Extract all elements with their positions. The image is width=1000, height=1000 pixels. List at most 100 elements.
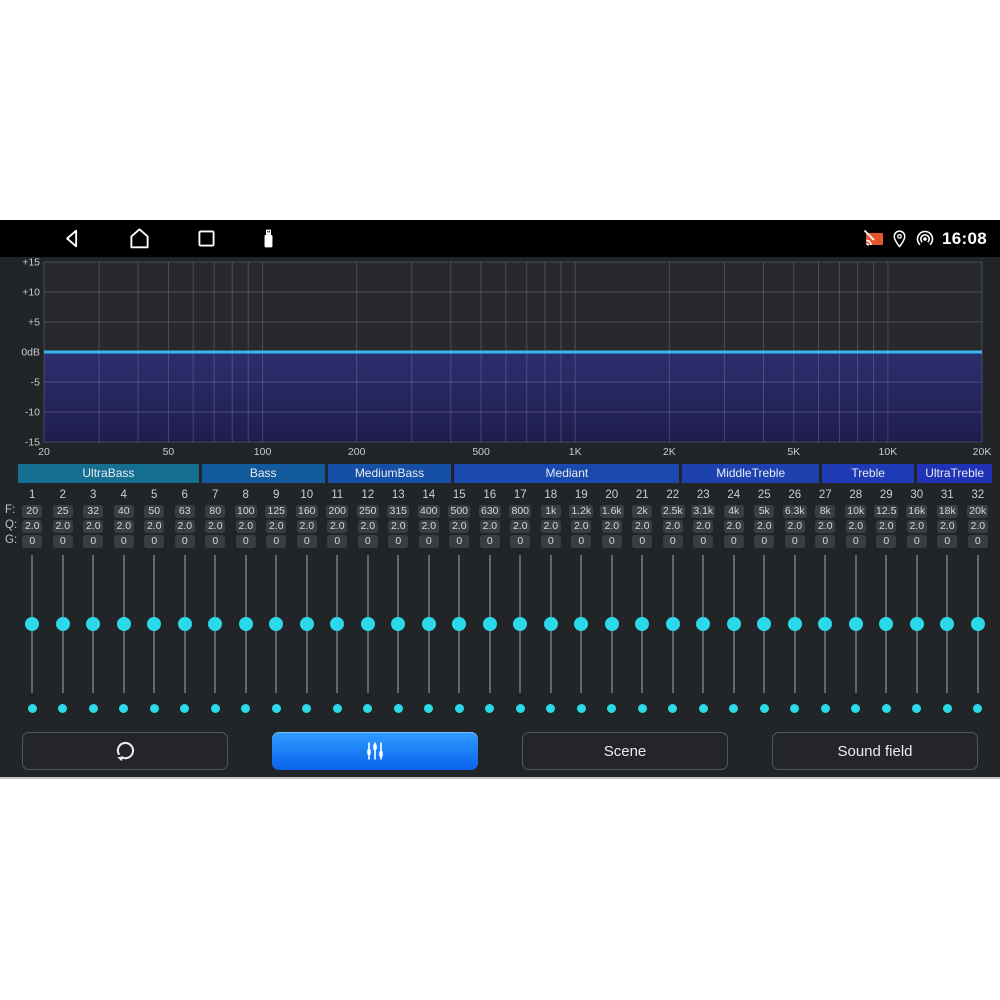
frequency-chip[interactable]: 63 <box>175 505 195 518</box>
gain-slider-knob[interactable] <box>757 617 771 631</box>
gain-slider[interactable] <box>570 555 592 693</box>
q-factor-chip[interactable]: 2.0 <box>541 520 561 533</box>
q-factor-chip[interactable]: 2.0 <box>571 520 591 533</box>
gain-chip[interactable]: 0 <box>358 535 378 548</box>
gain-slider-knob[interactable] <box>971 617 985 631</box>
frequency-chip[interactable]: 630 <box>479 505 501 518</box>
gain-chip[interactable]: 0 <box>846 535 866 548</box>
gain-slider-knob[interactable] <box>544 617 558 631</box>
frequency-chip[interactable]: 200 <box>326 505 348 518</box>
gain-slider[interactable] <box>509 555 531 693</box>
gain-chip[interactable]: 0 <box>663 535 683 548</box>
gain-chip[interactable]: 0 <box>22 535 42 548</box>
frequency-chip[interactable]: 5k <box>754 505 774 518</box>
q-factor-chip[interactable]: 2.0 <box>632 520 652 533</box>
frequency-chip[interactable]: 80 <box>205 505 225 518</box>
frequency-chip[interactable]: 800 <box>509 505 531 518</box>
gain-chip[interactable]: 0 <box>876 535 896 548</box>
gain-slider-knob[interactable] <box>635 617 649 631</box>
frequency-chip[interactable]: 16k <box>906 505 927 518</box>
frequency-chip[interactable]: 20 <box>22 505 42 518</box>
gain-slider[interactable] <box>448 555 470 693</box>
gain-slider[interactable] <box>21 555 43 693</box>
frequency-chip[interactable]: 12.5 <box>874 505 898 518</box>
q-factor-chip[interactable]: 2.0 <box>907 520 927 533</box>
frequency-chip[interactable]: 50 <box>144 505 164 518</box>
q-factor-chip[interactable]: 2.0 <box>388 520 408 533</box>
gain-chip[interactable]: 0 <box>632 535 652 548</box>
gain-slider[interactable] <box>235 555 257 693</box>
q-factor-chip[interactable]: 2.0 <box>205 520 225 533</box>
gain-chip[interactable]: 0 <box>53 535 73 548</box>
frequency-chip[interactable]: 160 <box>296 505 318 518</box>
q-factor-chip[interactable]: 2.0 <box>53 520 73 533</box>
gain-slider-knob[interactable] <box>239 617 253 631</box>
gain-slider[interactable] <box>52 555 74 693</box>
q-factor-chip[interactable]: 2.0 <box>785 520 805 533</box>
gain-chip[interactable]: 0 <box>968 535 988 548</box>
q-factor-chip[interactable]: 2.0 <box>846 520 866 533</box>
gain-slider-knob[interactable] <box>25 617 39 631</box>
frequency-chip[interactable]: 1.6k <box>600 505 624 518</box>
gain-chip[interactable]: 0 <box>449 535 469 548</box>
frequency-chip[interactable]: 250 <box>357 505 379 518</box>
gain-chip[interactable]: 0 <box>907 535 927 548</box>
gain-slider-knob[interactable] <box>269 617 283 631</box>
gain-slider[interactable] <box>601 555 623 693</box>
gain-slider-knob[interactable] <box>391 617 405 631</box>
recents-icon[interactable] <box>194 226 219 251</box>
frequency-chip[interactable]: 125 <box>265 505 287 518</box>
gain-slider[interactable] <box>265 555 287 693</box>
q-factor-chip[interactable]: 2.0 <box>297 520 317 533</box>
frequency-chip[interactable]: 2.5k <box>661 505 685 518</box>
gain-slider[interactable] <box>936 555 958 693</box>
gain-chip[interactable]: 0 <box>175 535 195 548</box>
gain-chip[interactable]: 0 <box>754 535 774 548</box>
q-factor-chip[interactable]: 2.0 <box>114 520 134 533</box>
frequency-chip[interactable]: 32 <box>83 505 103 518</box>
gain-chip[interactable]: 0 <box>693 535 713 548</box>
gain-slider-knob[interactable] <box>208 617 222 631</box>
gain-slider[interactable] <box>784 555 806 693</box>
gain-chip[interactable]: 0 <box>205 535 225 548</box>
gain-slider-knob[interactable] <box>849 617 863 631</box>
q-factor-chip[interactable]: 2.0 <box>480 520 500 533</box>
q-factor-chip[interactable]: 2.0 <box>876 520 896 533</box>
frequency-chip[interactable]: 25 <box>53 505 73 518</box>
gain-slider-knob[interactable] <box>147 617 161 631</box>
frequency-chip[interactable]: 10k <box>845 505 866 518</box>
gain-slider-knob[interactable] <box>788 617 802 631</box>
sound-field-button[interactable]: Sound field <box>772 732 978 770</box>
gain-chip[interactable]: 0 <box>510 535 530 548</box>
gain-slider[interactable] <box>113 555 135 693</box>
gain-slider[interactable] <box>875 555 897 693</box>
gain-chip[interactable]: 0 <box>815 535 835 548</box>
gain-slider-knob[interactable] <box>727 617 741 631</box>
back-icon[interactable] <box>60 226 85 251</box>
q-factor-chip[interactable]: 2.0 <box>175 520 195 533</box>
gain-slider-knob[interactable] <box>696 617 710 631</box>
gain-chip[interactable]: 0 <box>937 535 957 548</box>
gain-slider-knob[interactable] <box>940 617 954 631</box>
equalizer-tab-button[interactable] <box>272 732 478 770</box>
gain-slider-knob[interactable] <box>605 617 619 631</box>
usb-icon[interactable] <box>256 226 281 251</box>
reset-button[interactable] <box>22 732 228 770</box>
q-factor-chip[interactable]: 2.0 <box>602 520 622 533</box>
gain-chip[interactable]: 0 <box>83 535 103 548</box>
gain-chip[interactable]: 0 <box>419 535 439 548</box>
gain-chip[interactable]: 0 <box>144 535 164 548</box>
q-factor-chip[interactable]: 2.0 <box>144 520 164 533</box>
q-factor-chip[interactable]: 2.0 <box>419 520 439 533</box>
gain-chip[interactable]: 0 <box>602 535 622 548</box>
frequency-chip[interactable]: 400 <box>418 505 440 518</box>
scene-button[interactable]: Scene <box>522 732 728 770</box>
gain-slider-knob[interactable] <box>818 617 832 631</box>
q-factor-chip[interactable]: 2.0 <box>693 520 713 533</box>
gain-slider[interactable] <box>845 555 867 693</box>
q-factor-chip[interactable]: 2.0 <box>510 520 530 533</box>
frequency-chip[interactable]: 6.3k <box>783 505 807 518</box>
gain-chip[interactable]: 0 <box>327 535 347 548</box>
gain-slider[interactable] <box>723 555 745 693</box>
gain-slider-knob[interactable] <box>574 617 588 631</box>
